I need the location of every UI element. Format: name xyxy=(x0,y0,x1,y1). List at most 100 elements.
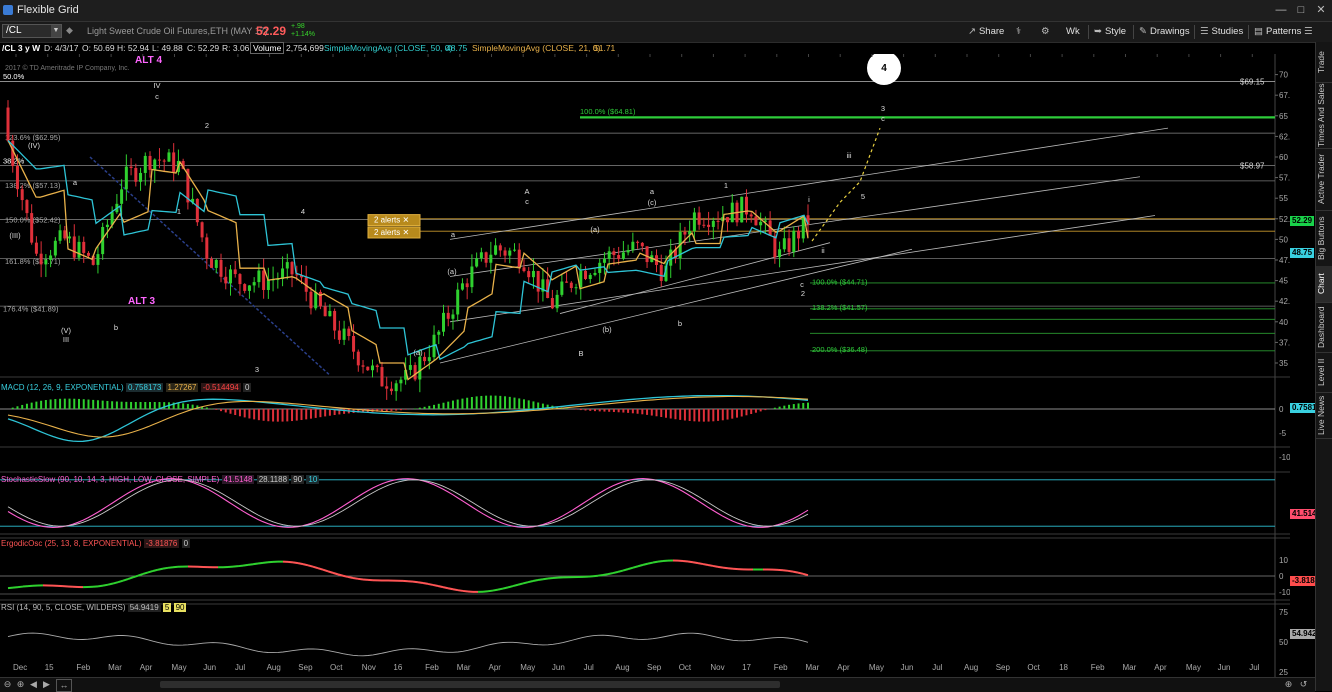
zoom-icon[interactable]: ⊕ xyxy=(1283,679,1294,690)
ergodic-segment xyxy=(543,579,548,580)
time-scrollbar[interactable] xyxy=(160,681,780,688)
chart-info-row: /CL 3 y W D: 4/3/17 O: 50.69 H: 52.94 L:… xyxy=(0,42,1290,54)
window-title-bar: Flexible Grid — □ ✕ xyxy=(0,0,1332,22)
candle-body xyxy=(390,389,393,391)
style-label: Style xyxy=(1105,26,1126,37)
wave-label: (III) xyxy=(9,231,21,240)
alert-badge-1: 2 alerts ✕ xyxy=(368,215,420,226)
ergodic-segment xyxy=(103,585,108,586)
ergodic-segment xyxy=(313,567,318,568)
ergodic-segment xyxy=(428,584,433,585)
ergodic-segment xyxy=(258,563,263,564)
candle-body xyxy=(167,152,170,161)
candle-body xyxy=(584,271,587,279)
sidebar-tab-active-trader[interactable]: Active Trader xyxy=(1316,148,1332,211)
candle-body xyxy=(683,232,686,235)
chart-canvas[interactable]: 7067.56562.56057.55552.55047.54542.54037… xyxy=(0,54,1290,684)
symbol-period: /CL 3 y W xyxy=(2,43,40,53)
ergodic-segment xyxy=(708,565,713,566)
wave-label: c xyxy=(881,114,885,123)
zoom-in-icon[interactable]: ⊕ xyxy=(15,679,26,690)
sidebar-tab-dashboard[interactable]: Dashboard xyxy=(1316,302,1332,353)
candle-body xyxy=(205,237,208,258)
rsi-axis-label: 75 xyxy=(1279,608,1288,617)
candle-body xyxy=(504,250,507,255)
price-chart[interactable]: 7067.56562.56057.55552.55047.54542.54037… xyxy=(0,54,1290,684)
flask-icon[interactable]: ⚕ xyxy=(1016,25,1021,39)
candle-body xyxy=(229,269,232,283)
sidebar-tab-trade[interactable]: Trade xyxy=(1316,42,1332,83)
sidebar-tab-times-and-sales[interactable]: Times And Sales xyxy=(1316,82,1332,149)
rsi-axis-label: 25 xyxy=(1279,668,1288,677)
expand-icon[interactable]: ↔ xyxy=(56,679,72,692)
ergodic-segment xyxy=(13,587,18,588)
symbol-input[interactable]: /CL ▼ xyxy=(2,24,62,38)
chevron-down-icon[interactable]: ▼ xyxy=(51,25,61,37)
ergodic-segment xyxy=(443,587,448,588)
candle-body xyxy=(343,329,346,340)
price-axis-label: 47.5 xyxy=(1279,256,1290,265)
candle-body xyxy=(25,200,28,213)
candle-body xyxy=(35,243,38,254)
pan-right-icon[interactable]: ▶ xyxy=(41,679,52,690)
sidebar-tab-big-buttons[interactable]: Big Buttons xyxy=(1316,210,1332,267)
wave-label: c xyxy=(800,280,804,289)
candle-body xyxy=(603,259,606,263)
zoom-out-icon[interactable]: ⊖ xyxy=(2,679,13,690)
candle-body xyxy=(442,313,445,332)
ergodic-segment xyxy=(303,564,308,565)
ergodic-segment xyxy=(493,590,498,591)
bar-high: H: 52.94 xyxy=(117,43,149,53)
candle-body xyxy=(759,222,762,225)
gear-icon[interactable]: ⚙ xyxy=(1041,25,1050,39)
studies-button[interactable]: ☰Studies xyxy=(1200,25,1243,39)
candle-body xyxy=(314,292,317,308)
ergodic-axis-label: 0 xyxy=(1279,572,1284,581)
close-icon[interactable]: ✕ xyxy=(1314,3,1328,17)
candle-body xyxy=(291,262,294,274)
sma50-label: SimpleMovingAvg (CLOSE, 50, 0) xyxy=(324,43,452,53)
aggregation-button[interactable]: Wk xyxy=(1066,25,1080,39)
time-axis-label: Sep xyxy=(996,663,1011,672)
wave-label: (c) xyxy=(648,198,657,207)
ergodic-segment xyxy=(498,589,503,590)
sidebar-tab-live-news[interactable]: Live News xyxy=(1316,392,1332,439)
macd-header: MACD (12, 26, 9, EXPONENTIAL) 0.758173 1… xyxy=(1,383,251,392)
candle-body xyxy=(243,284,246,291)
candle-body xyxy=(54,241,57,256)
candle-body xyxy=(399,380,402,384)
app-icon xyxy=(3,5,13,15)
sidebar-tab-level2[interactable]: Level II xyxy=(1316,352,1332,393)
style-button[interactable]: ➥Style xyxy=(1094,25,1126,39)
wave-label: IV xyxy=(153,81,160,90)
link-icon[interactable]: ◆ xyxy=(66,25,76,37)
candle-body xyxy=(40,254,43,265)
time-axis-label: May xyxy=(1186,663,1201,672)
time-axis-label: Sep xyxy=(647,663,662,672)
toolbar-divider xyxy=(1248,25,1249,39)
pan-left-icon[interactable]: ◀ xyxy=(28,679,39,690)
ergodic-axis-label: 10 xyxy=(1279,556,1288,565)
wave-label: c xyxy=(525,197,529,206)
drawings-label: Drawings xyxy=(1150,26,1190,37)
drawings-button[interactable]: ✎Drawings xyxy=(1139,25,1190,39)
ergodic-segment xyxy=(633,566,638,567)
symbol-description: Light Sweet Crude Oil Futures,ETH (MAY 1… xyxy=(87,26,268,36)
patterns-button[interactable]: ▤Patterns xyxy=(1254,25,1301,39)
ergodic-segment xyxy=(538,579,543,580)
time-axis-label: Feb xyxy=(774,663,788,672)
time-axis-label: Apr xyxy=(489,663,502,672)
maximize-icon[interactable]: □ xyxy=(1294,3,1308,17)
minimize-icon[interactable]: — xyxy=(1274,3,1288,17)
time-axis-label: 18 xyxy=(1059,663,1068,672)
candle-body xyxy=(380,367,383,386)
reset-icon[interactable]: ↺ xyxy=(1298,679,1309,690)
sidebar-tab-chart[interactable]: Chart xyxy=(1316,266,1332,303)
share-button[interactable]: ↗Share xyxy=(968,25,1004,39)
menu-icon[interactable]: ☰ xyxy=(1304,25,1313,39)
time-axis-label: Apr xyxy=(837,663,850,672)
ergodic-segment xyxy=(593,576,598,577)
price-axis-label: 40 xyxy=(1279,318,1288,327)
candle-body xyxy=(333,311,336,331)
candle-body xyxy=(309,292,312,309)
